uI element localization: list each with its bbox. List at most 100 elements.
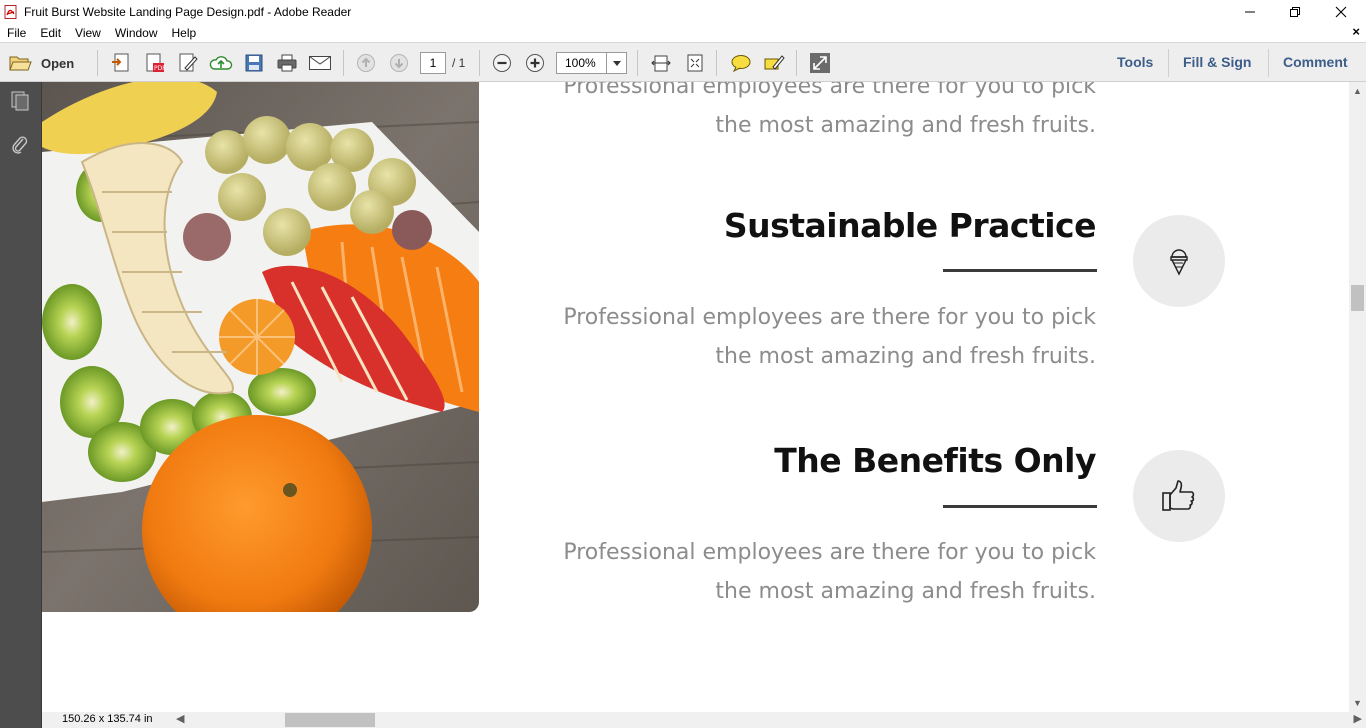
window-title: Fruit Burst Website Landing Page Design.… <box>24 4 352 19</box>
paperclip-icon <box>12 136 28 154</box>
svg-text:PDF: PDF <box>154 65 166 72</box>
comment-bubble-icon <box>731 55 751 73</box>
arrow-up-circle-icon <box>357 54 375 72</box>
comment-link[interactable]: Comment <box>1283 54 1348 70</box>
tools-link[interactable]: Tools <box>1117 54 1153 70</box>
full-screen-button[interactable] <box>807 51 833 75</box>
close-document-button[interactable]: × <box>1352 24 1360 39</box>
page-dimensions: 150.26 x 135.74 in <box>62 713 153 725</box>
create-pdf-button[interactable] <box>108 51 134 75</box>
document-canvas[interactable]: Professional employees are there for you… <box>42 82 1349 712</box>
section1-line-2: the most amazing and fresh fruits. <box>715 344 1096 369</box>
highlighter-icon <box>764 55 785 70</box>
ice-cream-icon-badge <box>1133 215 1225 307</box>
title-bar: Fruit Burst Website Landing Page Design.… <box>0 0 1366 23</box>
scroll-right-arrow-icon[interactable]: ▶ <box>1354 712 1362 725</box>
cloud-upload-icon <box>209 56 233 70</box>
menu-view[interactable]: View <box>68 26 108 40</box>
section2-line-1: Professional employees are there for you… <box>563 540 1096 565</box>
toolbar: Open PDF 1 / 1 100% Tools Fill & Sign Co… <box>0 42 1366 82</box>
page-total: / 1 <box>452 56 466 70</box>
open-label: Open <box>41 55 75 71</box>
fit-page-icon <box>687 54 703 72</box>
menu-help[interactable]: Help <box>165 26 204 40</box>
adobe-pdf-icon <box>4 4 17 19</box>
sticky-note-button[interactable] <box>728 51 754 75</box>
menu-edit[interactable]: Edit <box>33 26 68 40</box>
save-button[interactable] <box>241 51 267 75</box>
sustainable-practice-heading: Sustainable Practice <box>723 206 1097 245</box>
minus-circle-icon <box>493 54 511 72</box>
menu-window[interactable]: Window <box>108 26 165 40</box>
printer-icon <box>277 54 297 72</box>
previous-page-button[interactable] <box>353 51 379 75</box>
intro-text-line-1: Professional employees are there for you… <box>563 82 1096 99</box>
page-thumbnails-button[interactable] <box>8 88 32 114</box>
minimize-icon <box>1245 11 1255 12</box>
expand-icon <box>810 53 830 73</box>
edit-pdf-button[interactable] <box>175 51 201 75</box>
horizontal-scroll-thumb[interactable] <box>285 713 375 727</box>
section-divider <box>943 505 1097 508</box>
scroll-left-arrow-icon[interactable]: ◀ <box>176 712 184 725</box>
toolbar-divider <box>796 50 797 76</box>
next-page-button[interactable] <box>386 51 412 75</box>
zoom-in-button[interactable] <box>522 51 548 75</box>
toolbar-divider <box>1168 49 1169 77</box>
upload-cloud-button[interactable] <box>208 51 234 75</box>
benefits-text: Professional employees are there for you… <box>536 533 1096 611</box>
toolbar-divider <box>343 50 344 76</box>
pdf-file-icon: PDF <box>146 53 166 72</box>
restore-icon <box>1290 6 1300 17</box>
close-window-button[interactable] <box>1318 0 1364 23</box>
create-pdf-icon <box>112 53 129 72</box>
arrow-down-circle-icon <box>390 54 408 72</box>
scroll-up-arrow-icon[interactable]: ▲ <box>1349 84 1366 98</box>
navigation-pane <box>0 82 42 728</box>
intro-text: Professional employees are there for you… <box>536 82 1096 145</box>
minimize-button[interactable] <box>1227 0 1273 23</box>
menu-bar: File Edit View Window Help × <box>0 23 1366 42</box>
close-icon <box>1335 6 1347 17</box>
fruit-platter-image <box>42 82 479 612</box>
section1-line-1: Professional employees are there for you… <box>563 305 1096 330</box>
email-button[interactable] <box>307 51 333 75</box>
plus-circle-icon <box>526 54 544 72</box>
zoom-level-select[interactable]: 100% <box>556 52 627 74</box>
sustainable-practice-text: Professional employees are there for you… <box>536 298 1096 376</box>
chevron-down-icon[interactable] <box>606 53 626 73</box>
scroll-down-arrow-icon[interactable]: ▼ <box>1349 696 1366 710</box>
zoom-out-button[interactable] <box>489 51 515 75</box>
fit-width-button[interactable] <box>648 51 674 75</box>
benefits-heading: The Benefits Only <box>774 441 1096 480</box>
restore-button[interactable] <box>1272 0 1318 23</box>
fit-page-button[interactable] <box>682 51 708 75</box>
attachments-button[interactable] <box>8 132 32 158</box>
folder-icon <box>9 56 32 71</box>
section2-line-2: the most amazing and fresh fruits. <box>715 579 1096 604</box>
toolbar-divider <box>637 50 638 76</box>
page-number-input[interactable]: 1 <box>420 52 446 74</box>
intro-text-line-2: the most amazing and fresh fruits. <box>715 113 1096 138</box>
vertical-scrollbar[interactable]: ▲ ▼ <box>1349 82 1366 712</box>
thumbs-up-icon-badge <box>1133 450 1225 542</box>
edit-document-icon <box>179 53 198 72</box>
open-button[interactable]: Open <box>8 51 74 75</box>
fit-page-width-icon <box>651 55 671 72</box>
toolbar-divider <box>716 50 717 76</box>
toolbar-divider <box>479 50 480 76</box>
status-bar: 150.26 x 135.74 in ◀ ▶ <box>42 712 1366 728</box>
export-pdf-button[interactable]: PDF <box>142 51 168 75</box>
print-button[interactable] <box>274 51 300 75</box>
save-icon <box>245 54 263 72</box>
thumbs-up-icon <box>1162 480 1195 511</box>
toolbar-divider <box>1268 49 1269 77</box>
pages-icon <box>11 91 29 111</box>
highlight-text-button[interactable] <box>761 51 787 75</box>
toolbar-divider <box>97 50 98 76</box>
vertical-scroll-thumb[interactable] <box>1351 285 1364 311</box>
ice-cream-icon <box>1170 249 1188 276</box>
section-divider <box>943 269 1097 272</box>
menu-file[interactable]: File <box>0 26 33 40</box>
fill-sign-link[interactable]: Fill & Sign <box>1183 54 1251 70</box>
